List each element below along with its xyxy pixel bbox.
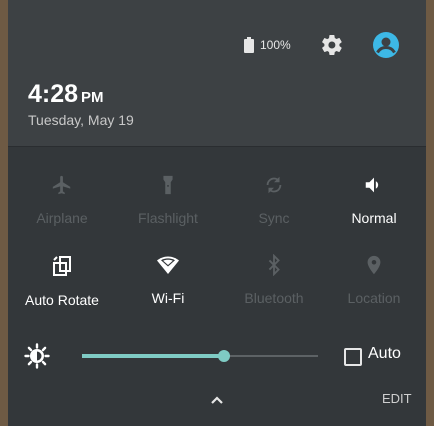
battery-percentage: 100% bbox=[260, 38, 291, 52]
tile-location[interactable]: Location bbox=[324, 254, 424, 330]
edit-button[interactable]: EDIT bbox=[382, 391, 412, 406]
tile-flashlight[interactable]: Flashlight bbox=[118, 174, 218, 250]
settings-gear-icon[interactable] bbox=[320, 33, 344, 57]
brightness-icon bbox=[24, 343, 50, 369]
brightness-track-fill bbox=[82, 354, 224, 358]
tile-wifi[interactable]: Wi-Fi bbox=[118, 254, 218, 330]
wallpaper-edge-right bbox=[426, 0, 434, 426]
date-text: Tuesday, May 19 bbox=[28, 112, 134, 128]
tile-bluetooth-label: Bluetooth bbox=[244, 290, 304, 306]
sync-icon bbox=[266, 176, 282, 194]
tile-location-label: Location bbox=[347, 290, 401, 306]
time-value: 4:28 bbox=[28, 80, 79, 108]
wifi-icon bbox=[157, 256, 179, 274]
auto-rotate-icon bbox=[53, 256, 71, 276]
tile-sync-label: Sync bbox=[258, 210, 290, 226]
brightness-slider[interactable] bbox=[82, 345, 318, 367]
tile-auto-rotate[interactable]: Auto Rotate bbox=[12, 254, 112, 330]
time-ampm: PM bbox=[81, 89, 104, 106]
battery-icon bbox=[244, 37, 254, 53]
auto-brightness-label: Auto bbox=[368, 345, 401, 362]
flashlight-icon bbox=[163, 175, 173, 195]
wallpaper-edge-left bbox=[0, 0, 8, 426]
user-account-icon[interactable] bbox=[372, 31, 400, 59]
bluetooth-icon bbox=[268, 254, 280, 276]
status-header: 100% 4:28 PM Tuesday, May 19 bbox=[8, 0, 426, 147]
tile-sound-mode[interactable]: Normal bbox=[324, 174, 424, 250]
auto-brightness-checkbox[interactable] bbox=[344, 348, 362, 366]
location-icon bbox=[367, 255, 381, 275]
tile-airplane-label: Airplane bbox=[36, 210, 88, 226]
quick-settings-panel: 100% 4:28 PM Tuesday, May 19 Airplane Fla… bbox=[8, 0, 426, 426]
chevron-up-icon[interactable] bbox=[206, 393, 228, 407]
clock-time: 4:28 PM bbox=[28, 80, 104, 109]
tile-airplane[interactable]: Airplane bbox=[12, 174, 112, 250]
tile-bluetooth[interactable]: Bluetooth bbox=[224, 254, 324, 330]
tile-wifi-label: Wi-Fi bbox=[151, 290, 185, 306]
tile-auto-rotate-label: Auto Rotate bbox=[25, 292, 99, 308]
tile-flashlight-label: Flashlight bbox=[138, 210, 198, 226]
tile-sync[interactable]: Sync bbox=[224, 174, 324, 250]
tile-sound-mode-label: Normal bbox=[351, 210, 397, 226]
volume-icon bbox=[365, 177, 379, 193]
brightness-thumb[interactable] bbox=[218, 350, 230, 362]
airplane-icon bbox=[52, 175, 71, 195]
